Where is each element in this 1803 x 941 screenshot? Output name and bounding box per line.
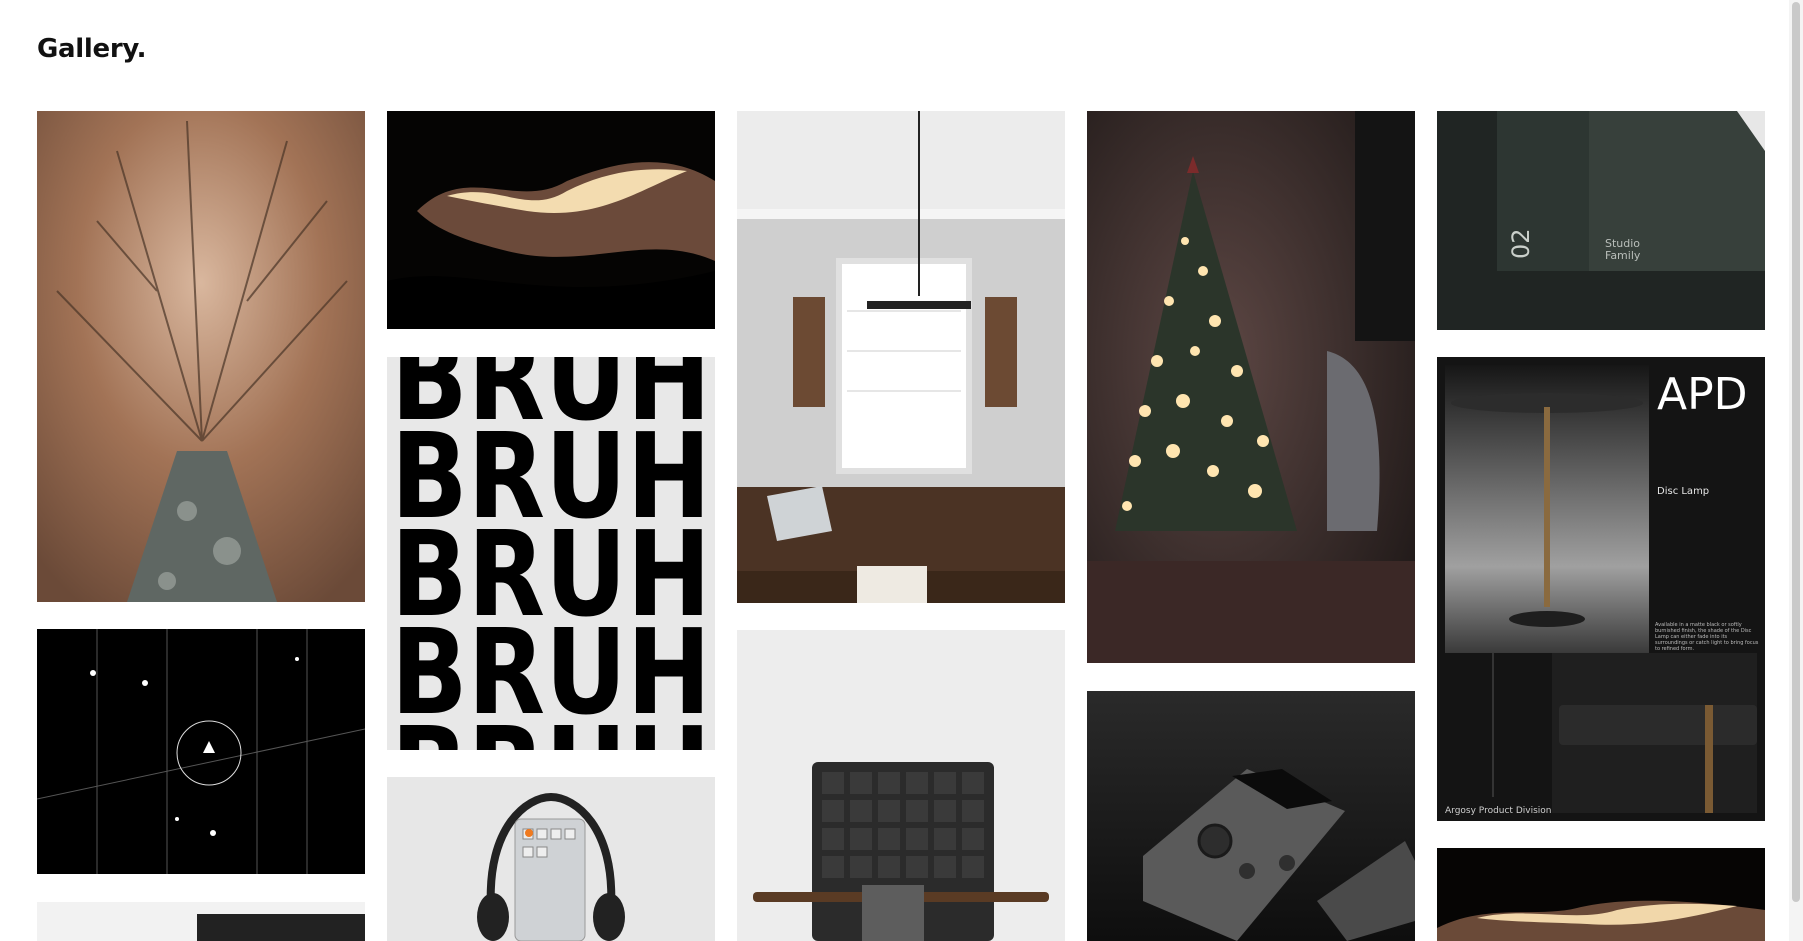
apd-brand: APD xyxy=(1657,369,1748,420)
gallery-image-interior-bottom[interactable] xyxy=(37,902,365,941)
page-scrollbar[interactable] xyxy=(1789,0,1803,941)
page-title: Gallery. xyxy=(37,34,147,64)
apd-footer: Argosy Product Division xyxy=(1445,806,1551,816)
gallery-image-canyon[interactable] xyxy=(387,111,715,329)
book-number: 02 xyxy=(1507,228,1535,259)
gallery-image-bruh-typography[interactable]: BRUH BRUH BRUH BRUH BRUH xyxy=(387,357,715,750)
gallery-image-portfolio-book[interactable]: 02 Studio Family xyxy=(1437,111,1765,330)
gallery-image-apd-disc-lamp[interactable]: APD Disc Lamp Available in a matte black… xyxy=(1437,357,1765,821)
gallery-image-device[interactable] xyxy=(1087,691,1415,941)
gallery-image-canyon-bottom[interactable] xyxy=(1437,848,1765,941)
gallery-image-dining-room[interactable] xyxy=(737,111,1065,603)
apd-description: Available in a matte black or softly bur… xyxy=(1655,622,1759,652)
gallery-image-tree[interactable] xyxy=(37,111,365,602)
bruh-text-5: BRUH xyxy=(391,701,711,750)
book-label: Studio Family xyxy=(1605,237,1641,262)
gallery-image-headphones[interactable] xyxy=(387,777,715,941)
scrollbar-thumb[interactable] xyxy=(1792,2,1800,902)
gallery-image-christmas-tree[interactable] xyxy=(1087,111,1415,663)
gallery-image-star-map[interactable] xyxy=(37,629,365,874)
apd-product-name: Disc Lamp xyxy=(1657,486,1709,497)
gallery-image-towel-rack[interactable] xyxy=(737,630,1065,941)
